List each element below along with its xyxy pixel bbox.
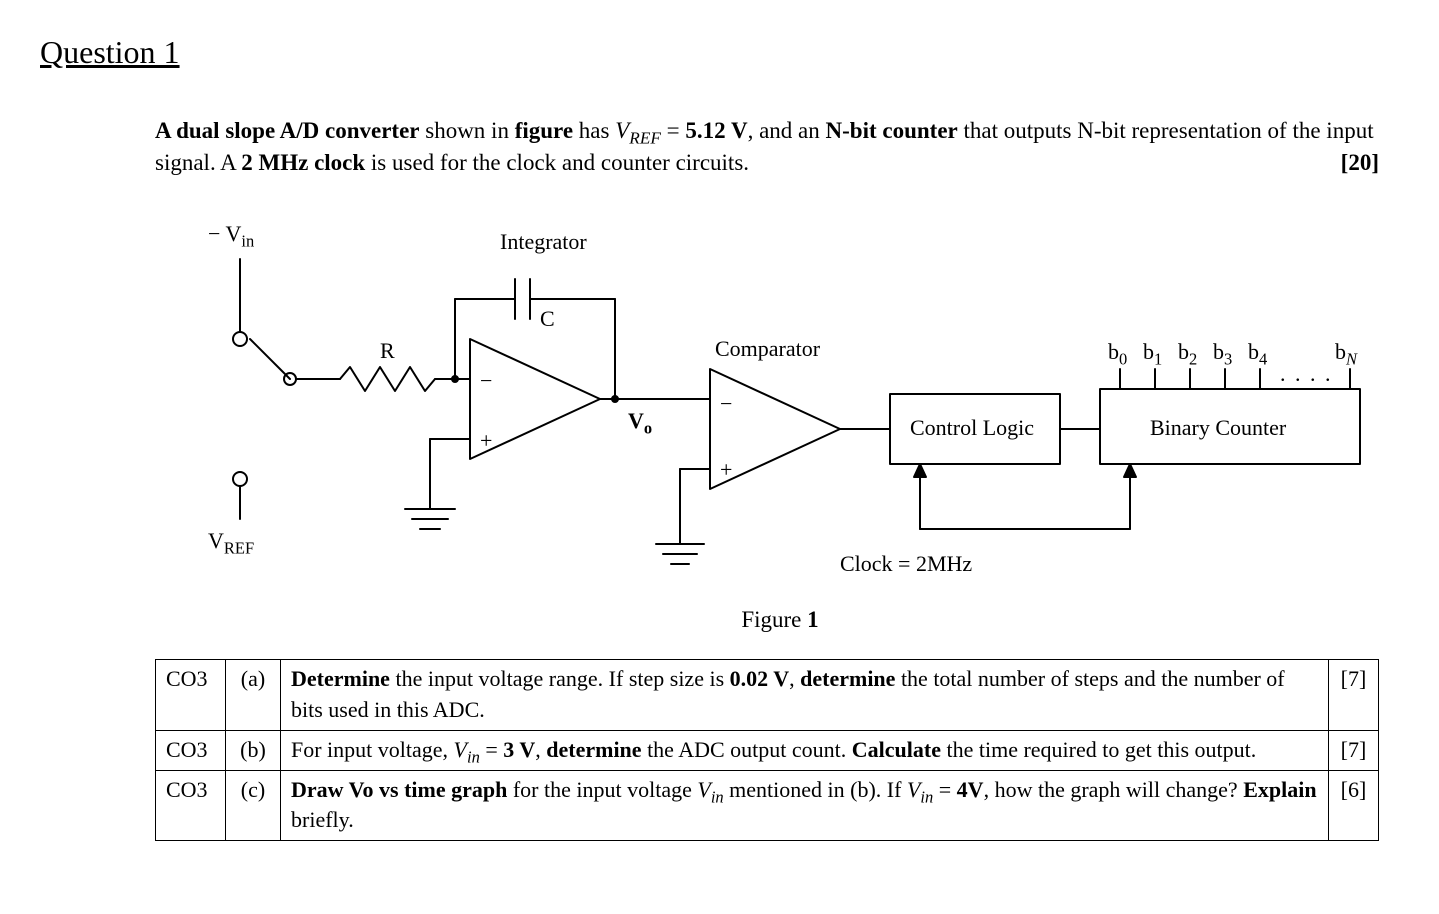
table-row: CO3 (b) For input voltage, Vin = 3 V, de… [156, 730, 1379, 770]
table-row: CO3 (a) Determine the input voltage rang… [156, 660, 1379, 731]
intro-bold-figure: figure [515, 118, 573, 143]
bit-bn: bN [1335, 337, 1357, 368]
label-vref: VREF [208, 526, 254, 557]
question-text: Draw Vo vs time graph for the input volt… [281, 770, 1329, 841]
label-r: R [380, 336, 395, 367]
label-c: C [540, 304, 555, 335]
bit-b0: b0 [1108, 337, 1127, 368]
label-binary-counter: Binary Counter [1150, 413, 1286, 444]
label-vin: − Vin [208, 219, 254, 250]
figure-caption: Figure 1 [180, 604, 1380, 636]
question-text: Determine the input voltage range. If st… [281, 660, 1329, 731]
label-comparator: Comparator [715, 334, 820, 365]
marks-cell: [6] [1329, 770, 1379, 841]
vref-sub: REF [629, 128, 661, 147]
bit-b4: b4 [1248, 337, 1267, 368]
figure-diagram: − Vin VREF R Integrator C − + Vo Compara… [180, 209, 1380, 639]
label-vo: Vo [628, 406, 652, 437]
question-table: CO3 (a) Determine the input voltage rang… [155, 659, 1379, 841]
opamp1-plus: + [480, 426, 492, 457]
t: has [573, 118, 615, 143]
bit-b1: b1 [1143, 337, 1162, 368]
label-clock: Clock = 2MHz [840, 549, 972, 580]
content: A dual slope A/D converter shown in figu… [155, 115, 1379, 841]
bit-dots: . . . . [1280, 359, 1333, 390]
t: is used for the clock and counter circui… [365, 150, 749, 175]
co-cell: CO3 [156, 730, 226, 770]
opamp1-minus: − [480, 366, 492, 397]
question-text: For input voltage, Vin = 3 V, determine … [281, 730, 1329, 770]
intro-bold-val: 5.12 V [685, 118, 747, 143]
co-cell: CO3 [156, 660, 226, 731]
intro-bold-clock: 2 MHz clock [241, 150, 365, 175]
marks-cell: [7] [1329, 730, 1379, 770]
co-cell: CO3 [156, 770, 226, 841]
t: shown in [420, 118, 515, 143]
table-row: CO3 (c) Draw Vo vs time graph for the in… [156, 770, 1379, 841]
label-integrator: Integrator [500, 227, 587, 258]
opamp2-plus: + [720, 455, 732, 486]
opamp2-minus: − [720, 389, 732, 420]
t: , and an [748, 118, 826, 143]
marks-cell: [7] [1329, 660, 1379, 731]
bit-b2: b2 [1178, 337, 1197, 368]
part-cell: (c) [226, 770, 281, 841]
part-cell: (a) [226, 660, 281, 731]
label-control-logic: Control Logic [910, 413, 1034, 444]
question-title: Question 1 [40, 30, 1399, 75]
part-cell: (b) [226, 730, 281, 770]
intro-paragraph: A dual slope A/D converter shown in figu… [155, 115, 1379, 179]
bit-b3: b3 [1213, 337, 1232, 368]
vref-sym: V [615, 118, 629, 143]
intro-bold-converter: A dual slope A/D converter [155, 118, 420, 143]
t: = [661, 118, 685, 143]
intro-marks: [20] [1341, 147, 1379, 179]
circuit-svg [180, 209, 1380, 589]
intro-bold-nbit: N-bit counter [826, 118, 958, 143]
